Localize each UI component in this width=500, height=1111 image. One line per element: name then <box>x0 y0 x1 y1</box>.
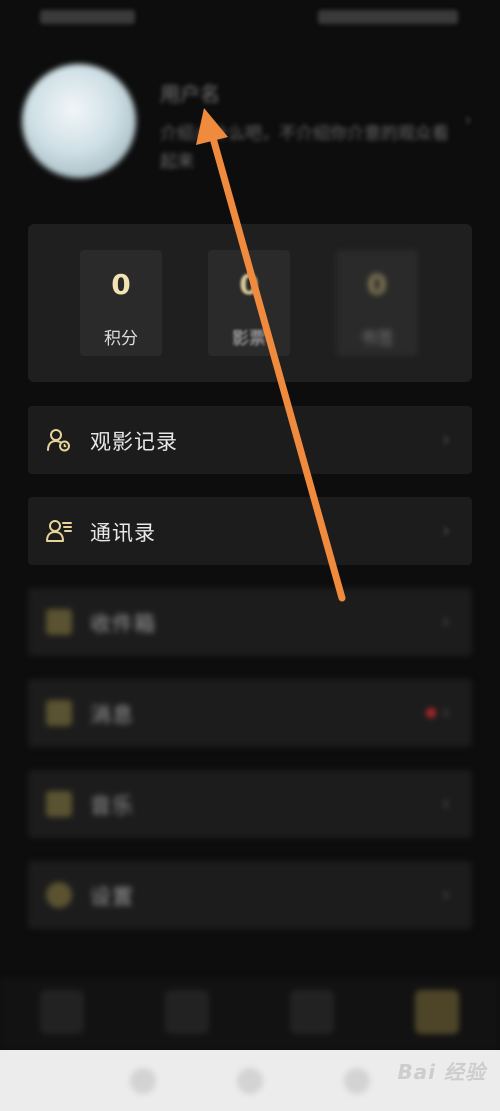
stat-tickets[interactable]: 0 影票 <box>208 250 290 356</box>
tab-me[interactable] <box>415 990 459 1034</box>
menu-item-music[interactable]: 音乐 › <box>28 770 472 838</box>
contacts-icon <box>46 520 72 542</box>
stat-points[interactable]: 0 积分 <box>80 250 162 356</box>
menu-item-contacts[interactable]: 通讯录 › <box>28 497 472 565</box>
back-button[interactable] <box>130 1068 156 1094</box>
watermark: Bai 经验 <box>397 1060 486 1084</box>
status-bar-right <box>318 10 458 24</box>
status-bar <box>0 0 500 36</box>
chevron-right-icon: › <box>442 700 450 724</box>
menu-item-settings[interactable]: 设置 › <box>28 861 472 929</box>
menu-item-label: 收件箱 <box>90 612 156 636</box>
tab-home[interactable] <box>40 990 84 1034</box>
notification-badge <box>426 708 436 718</box>
chevron-right-icon: › <box>442 518 450 542</box>
tab-discover[interactable] <box>165 990 209 1034</box>
chevron-right-icon: › <box>442 882 450 906</box>
stat-points-value: 0 <box>111 268 131 301</box>
inbox-icon <box>46 609 72 635</box>
menu-item-label: 设置 <box>90 885 134 909</box>
messages-icon <box>46 700 72 726</box>
profile-signature[interactable]: 介绍点什么吧，不介绍你介意的观众看起来 <box>160 120 460 176</box>
menu-item-inbox[interactable]: 收件箱 › <box>28 588 472 656</box>
stat-bookmarks-value: 0 <box>367 268 387 301</box>
stat-points-label: 积分 <box>104 329 138 349</box>
menu-item-messages[interactable]: 消息 › <box>28 679 472 747</box>
menu-item-label: 通讯录 <box>90 521 156 545</box>
stat-bookmarks[interactable]: 0 书签 <box>336 250 418 356</box>
stat-bookmarks-label: 书签 <box>360 329 394 349</box>
user-history-icon <box>47 429 70 452</box>
chevron-right-icon[interactable]: › <box>465 110 471 129</box>
tab-messages[interactable] <box>290 990 334 1034</box>
settings-icon <box>46 882 72 908</box>
avatar[interactable] <box>22 64 136 178</box>
menu-item-label: 消息 <box>90 703 134 727</box>
menu-item-watch-history[interactable]: 观影记录 › <box>28 406 472 474</box>
menu-item-label: 音乐 <box>90 794 134 818</box>
username[interactable]: 用户名 <box>160 78 220 107</box>
chevron-right-icon: › <box>442 791 450 815</box>
stat-tickets-label: 影票 <box>232 329 266 349</box>
bottom-tab-bar <box>0 978 500 1050</box>
status-bar-left <box>40 10 135 24</box>
recents-button[interactable] <box>344 1068 370 1094</box>
stats-card: 0 积分 0 影票 0 书签 <box>28 224 472 382</box>
stat-tickets-value: 0 <box>239 268 259 301</box>
home-button[interactable] <box>237 1068 263 1094</box>
menu-item-label: 观影记录 <box>90 430 178 454</box>
music-icon <box>46 791 72 817</box>
chevron-right-icon: › <box>442 427 450 451</box>
chevron-right-icon: › <box>442 609 450 633</box>
